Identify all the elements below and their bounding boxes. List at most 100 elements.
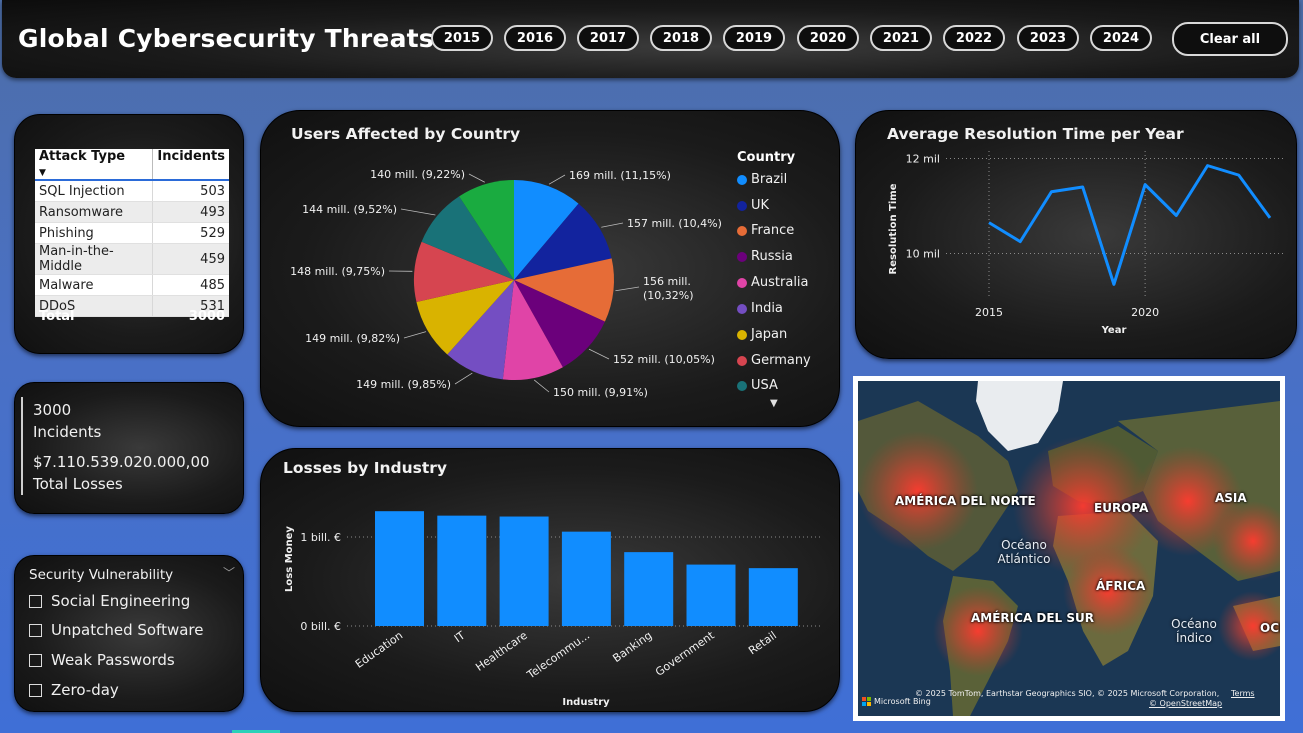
year-button-2022[interactable]: 2022 [943, 25, 1005, 51]
slicer-option-social-engineering[interactable]: Social Engineering [29, 592, 190, 610]
year-button-2020[interactable]: 2020 [797, 25, 859, 51]
table-row[interactable]: Ransomware 493 [35, 201, 229, 223]
year-button-2021[interactable]: 2021 [870, 25, 932, 51]
table-total-row: Total 3000 [39, 309, 225, 324]
ocean-label-atlantic: Océano Atlántico [997, 538, 1051, 566]
pie-data-label: 156 mill. (10,32%) [643, 275, 694, 302]
bar[interactable] [624, 552, 674, 626]
legend-label: Germany [751, 353, 811, 368]
y-axis-title: Loss Money [284, 526, 295, 592]
pie-leader-line [533, 379, 550, 393]
column-header-incidents[interactable]: Incidents [152, 149, 229, 181]
sort-down-icon[interactable]: ▼ [39, 168, 46, 178]
table-row[interactable]: Phishing 529 [35, 222, 229, 244]
users-by-country-card: Users Affected by Country 169 mill. (11,… [260, 110, 840, 427]
legend-item-brazil[interactable]: Brazil [737, 172, 787, 187]
kpi-divider [21, 397, 23, 495]
map-label-asia: ASIA [1215, 491, 1247, 505]
year-button-2016[interactable]: 2016 [504, 25, 566, 51]
pie-leader-line [454, 372, 473, 385]
legend-dot [737, 355, 747, 366]
incidents-cell: 503 [152, 180, 229, 202]
checkbox[interactable] [29, 594, 42, 608]
incidents-value: 3000 [33, 401, 72, 419]
incidents-label: Incidents [33, 423, 102, 441]
checkbox[interactable] [29, 683, 42, 697]
map-canvas[interactable]: AMÉRICA DEL NORTE EUROPA ASIA ÁFRICA AMÉ… [858, 381, 1280, 716]
chevron-down-icon[interactable]: ﹀ [223, 564, 235, 581]
total-losses-label: Total Losses [33, 475, 123, 493]
page-title: Global Cybersecurity Threats [18, 24, 434, 53]
checkbox[interactable] [29, 653, 42, 667]
threat-map[interactable]: AMÉRICA DEL NORTE EUROPA ASIA ÁFRICA AMÉ… [853, 376, 1285, 721]
bar[interactable] [437, 515, 487, 626]
slicer-option-zero-day[interactable]: Zero-day [29, 681, 119, 699]
losses-by-industry-card: Losses by Industry 0 bill. €1 bill. € Edu… [260, 448, 840, 712]
x-tick-label: Government [653, 628, 717, 678]
incidents-cell: 529 [152, 222, 229, 244]
x-axis-title: Industry [562, 697, 610, 708]
pie-leader-line [468, 173, 485, 183]
y-axis-title: Resolution Time [888, 183, 899, 274]
map-label-north-america: AMÉRICA DEL NORTE [895, 494, 1036, 508]
year-button-2023[interactable]: 2023 [1017, 25, 1079, 51]
bar[interactable] [748, 568, 798, 626]
pie-leader-line [615, 286, 640, 292]
pie-data-label: 150 mill. (9,91%) [553, 386, 648, 399]
map-background [858, 381, 1280, 716]
legend-dot [737, 303, 747, 314]
pie-data-label: 148 mill. (9,75%) [290, 265, 385, 278]
slicer-option-unpatched-software[interactable]: Unpatched Software [29, 621, 203, 639]
pie-data-label: 152 mill. (10,05%) [613, 353, 715, 366]
legend-item-france[interactable]: France [737, 223, 794, 238]
legend-title: Country [737, 150, 796, 165]
legend-scroll-down-icon[interactable]: ▼ [770, 398, 778, 409]
table-row[interactable]: Man-in-the-Middle 459 [35, 243, 229, 275]
legend-dot [737, 174, 747, 185]
legend-item-india[interactable]: India [737, 301, 783, 316]
slicer-option-weak-passwords[interactable]: Weak Passwords [29, 651, 175, 669]
x-tick-label: Healthcare [473, 629, 530, 674]
legend-dot [737, 277, 747, 288]
checkbox[interactable] [29, 623, 42, 637]
legend-item-uk[interactable]: UK [737, 198, 769, 213]
legend-item-germany[interactable]: Germany [737, 353, 811, 368]
pie-data-label: 169 mill. (11,15%) [569, 169, 671, 182]
table-row[interactable]: SQL Injection 503 [35, 180, 229, 202]
bing-label: Microsoft Bing [874, 697, 931, 706]
bar[interactable] [499, 516, 549, 626]
incidents-cell: 485 [152, 274, 229, 296]
legend-label: UK [751, 198, 770, 213]
bar[interactable] [686, 564, 736, 626]
total-losses-value: $7.110.539.020.000,00 [33, 453, 210, 471]
openstreetmap-link[interactable]: © OpenStreetMap [1149, 699, 1222, 708]
column-header-attack-type[interactable]: Attack Type ▼ [35, 149, 153, 181]
legend-item-usa[interactable]: USA [737, 378, 778, 393]
year-button-2018[interactable]: 2018 [650, 25, 712, 51]
bing-logo-icon [862, 697, 871, 706]
map-label-europe: EUROPA [1094, 501, 1149, 515]
legend-item-russia[interactable]: Russia [737, 249, 793, 264]
map-label-oceania: OCE [1260, 621, 1280, 635]
clear-all-button[interactable]: Clear all [1172, 22, 1288, 56]
bar[interactable] [375, 511, 424, 626]
table-row[interactable]: Malware 485 [35, 274, 229, 296]
line-series[interactable] [988, 164, 1272, 286]
map-copyright: © 2025 TomTom, Earthstar Geographics SIO… [915, 689, 1220, 698]
legend-item-japan[interactable]: Japan [737, 327, 787, 342]
x-tick-label: 2020 [1131, 306, 1159, 319]
map-terms-link[interactable]: Terms [1231, 689, 1255, 698]
legend-label: Brazil [751, 172, 788, 187]
year-button-2015[interactable]: 2015 [431, 25, 493, 51]
pie-leader-line [601, 222, 624, 228]
x-tick-label: Education [353, 629, 405, 671]
pie-leader-line [403, 331, 427, 339]
bar[interactable] [561, 531, 611, 626]
legend-dot [737, 225, 747, 236]
year-button-2017[interactable]: 2017 [577, 25, 639, 51]
security-vulnerability-slicer: Security Vulnerability ﹀ Social Engineer… [14, 555, 244, 712]
year-button-2019[interactable]: 2019 [723, 25, 785, 51]
legend-dot [737, 380, 747, 391]
legend-item-australia[interactable]: Australia [737, 275, 809, 290]
year-button-2024[interactable]: 2024 [1090, 25, 1152, 51]
